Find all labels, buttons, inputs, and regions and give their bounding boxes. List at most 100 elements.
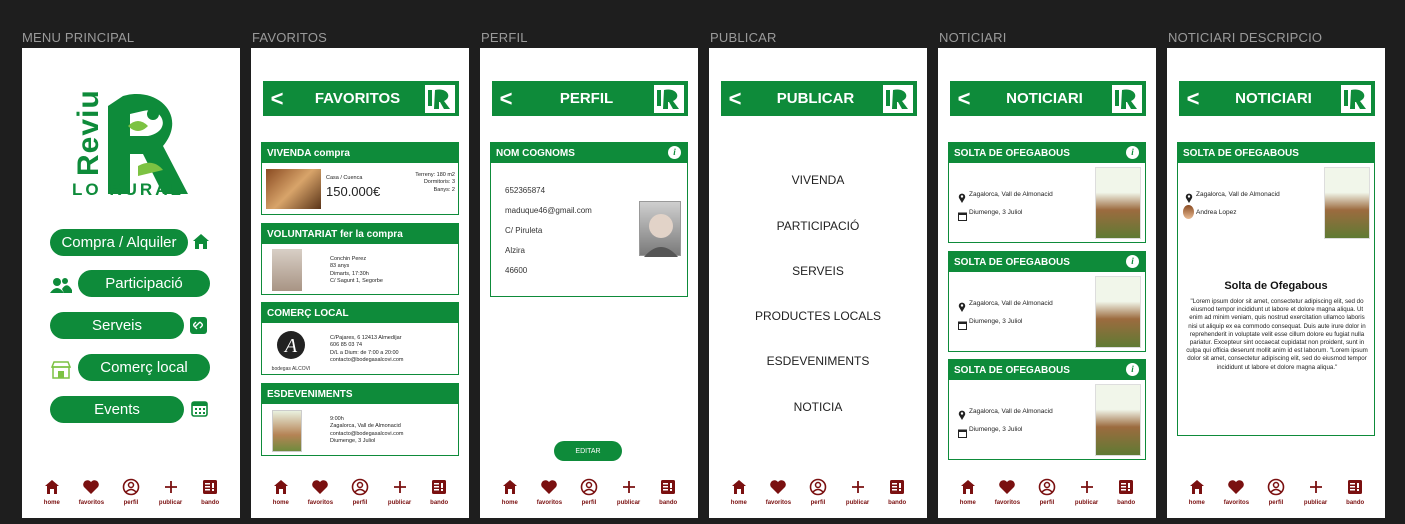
detail: C/ Sagunt 1, Segorbe bbox=[330, 278, 383, 285]
detail: Dimarts, 17:30h bbox=[330, 270, 369, 277]
back-icon[interactable]: < bbox=[721, 86, 749, 112]
tab-label: favoritos bbox=[765, 500, 792, 506]
back-icon[interactable]: < bbox=[263, 86, 291, 112]
card-text: Casa / Cuenca bbox=[326, 175, 363, 181]
link-icon bbox=[190, 317, 207, 334]
card-title: COMERÇ LOCAL bbox=[262, 303, 458, 323]
user-circle-icon bbox=[1267, 476, 1285, 498]
card-title: SOLTA DE OFEGABOUS bbox=[954, 147, 1070, 159]
home-icon bbox=[960, 476, 976, 498]
tab-favoritos[interactable]: favoritos bbox=[301, 476, 339, 506]
plus-icon bbox=[1308, 476, 1324, 498]
tab-bando[interactable]: bando bbox=[191, 476, 229, 506]
menu-events-button[interactable]: Events bbox=[50, 396, 184, 423]
tab-bar: home favoritos perfil publicar bando bbox=[709, 476, 927, 506]
back-icon[interactable]: < bbox=[950, 86, 978, 112]
info-icon[interactable]: i bbox=[1126, 146, 1139, 159]
tab-favoritos[interactable]: favoritos bbox=[988, 476, 1026, 506]
author-avatar bbox=[1183, 205, 1194, 219]
card-title: SOLTA DE OFEGABOUS bbox=[954, 364, 1070, 376]
edit-button[interactable]: EDITAR bbox=[554, 441, 622, 461]
tab-publicar[interactable]: publicar bbox=[610, 476, 648, 506]
news-card[interactable]: SOLTA DE OFEGABOUS i Zagalorca, Vall de A… bbox=[948, 251, 1146, 352]
tab-favoritos[interactable]: favoritos bbox=[759, 476, 797, 506]
back-icon[interactable]: < bbox=[492, 86, 520, 112]
postal-code-field: 46600 bbox=[505, 266, 528, 275]
info-icon[interactable]: i bbox=[1126, 363, 1139, 376]
publish-noticia-option[interactable]: NOTICIA bbox=[709, 400, 927, 414]
tab-publicar[interactable]: publicar bbox=[381, 476, 419, 506]
tab-publicar[interactable]: publicar bbox=[152, 476, 190, 506]
fav-card-esdeveniments[interactable]: ESDEVENIMENTS 9:00h Zagalorca, Vall de A… bbox=[261, 383, 459, 456]
tab-bar: home favoritos perfil publicar bando bbox=[251, 476, 469, 506]
tab-bando[interactable]: bando bbox=[1336, 476, 1374, 506]
tab-favoritos[interactable]: favoritos bbox=[1217, 476, 1255, 506]
tab-label: perfil bbox=[352, 500, 368, 506]
tab-label: home bbox=[43, 500, 60, 506]
tab-perfil[interactable]: perfil bbox=[1257, 476, 1295, 506]
tab-bando[interactable]: bando bbox=[649, 476, 687, 506]
menu-participacio-button[interactable]: Participació bbox=[78, 270, 210, 297]
calendar-icon bbox=[191, 400, 208, 422]
tab-bar: home favoritos perfil publicar bando bbox=[1167, 476, 1385, 506]
publish-participacio-option[interactable]: PARTICIPACIÓ bbox=[709, 219, 927, 233]
tab-perfil[interactable]: perfil bbox=[570, 476, 608, 506]
tab-home[interactable]: home bbox=[262, 476, 300, 506]
location-pin-icon bbox=[958, 299, 966, 317]
tab-label: bando bbox=[1117, 500, 1136, 506]
info-icon[interactable]: i bbox=[668, 146, 681, 159]
tab-perfil[interactable]: perfil bbox=[112, 476, 150, 506]
fav-card-comerc[interactable]: COMERÇ LOCAL A bodegas ALCOVI C/Pajares,… bbox=[261, 302, 459, 375]
news-poster bbox=[1095, 276, 1141, 348]
tab-home[interactable]: home bbox=[949, 476, 987, 506]
tab-bando[interactable]: bando bbox=[878, 476, 916, 506]
tab-publicar[interactable]: publicar bbox=[1297, 476, 1335, 506]
card-details: Conchin Perez 83 anys Dimarts, 17:30h C/… bbox=[330, 256, 383, 286]
tab-label: favoritos bbox=[1223, 500, 1250, 506]
tab-label: publicar bbox=[158, 500, 183, 506]
publish-serveis-option[interactable]: SERVEIS bbox=[709, 264, 927, 278]
info-icon[interactable]: i bbox=[1126, 255, 1139, 268]
fav-card-voluntariat[interactable]: VOLUNTARIAT fer la compra Conchin Perez … bbox=[261, 223, 459, 295]
menu-serveis-button[interactable]: Serveis bbox=[50, 312, 184, 339]
tab-publicar[interactable]: publicar bbox=[1068, 476, 1106, 506]
noticiari-descripcio-screen: < NOTICIARI SOLTA DE OFEGABOUS Zagalorca… bbox=[1167, 48, 1385, 518]
page-title: NOTICIARI bbox=[1006, 90, 1083, 107]
tab-favoritos[interactable]: favoritos bbox=[72, 476, 110, 506]
tab-bando[interactable]: bando bbox=[420, 476, 458, 506]
publish-vivenda-option[interactable]: VIVENDA bbox=[709, 173, 927, 187]
detail: Terreny: 180 m2 bbox=[415, 172, 455, 178]
tab-publicar[interactable]: publicar bbox=[839, 476, 877, 506]
tab-label: perfil bbox=[1039, 500, 1055, 506]
menu-compra-alquiler-button[interactable]: Compra / Alquiler bbox=[50, 229, 188, 256]
tab-home[interactable]: home bbox=[1178, 476, 1216, 506]
calendar-icon bbox=[958, 425, 967, 443]
tab-perfil[interactable]: perfil bbox=[1028, 476, 1066, 506]
detail: C/Pajares, 6 12413 Almedíjar bbox=[330, 335, 402, 341]
tab-favoritos[interactable]: favoritos bbox=[530, 476, 568, 506]
detail: contacto@bodegasalcovi.com bbox=[330, 357, 404, 364]
tab-bando[interactable]: bando bbox=[1107, 476, 1145, 506]
fav-card-vivenda[interactable]: VIVENDA compra Casa / Cuenca 150.000€ Te… bbox=[261, 142, 459, 215]
card-title: ESDEVENIMENTS bbox=[262, 384, 458, 404]
home-icon bbox=[502, 476, 518, 498]
card-details: C/Pajares, 6 12413 Almedíjar 606 85 03 7… bbox=[330, 335, 403, 365]
tab-perfil[interactable]: perfil bbox=[341, 476, 379, 506]
news-card[interactable]: SOLTA DE OFEGABOUS i Zagalorca, Vall de A… bbox=[948, 359, 1146, 460]
tab-home[interactable]: home bbox=[491, 476, 529, 506]
news-card[interactable]: SOLTA DE OFEGABOUS i Zagalorca, Vall de A… bbox=[948, 142, 1146, 243]
menu-comerc-local-button[interactable]: Comerç local bbox=[78, 354, 210, 381]
publish-esdeveniments-option[interactable]: ESDEVENIMENTS bbox=[709, 354, 927, 368]
tab-perfil[interactable]: perfil bbox=[799, 476, 837, 506]
tab-home[interactable]: home bbox=[720, 476, 758, 506]
tab-home[interactable]: home bbox=[33, 476, 71, 506]
home-icon bbox=[273, 476, 289, 498]
tab-label: home bbox=[501, 500, 518, 506]
user-circle-icon bbox=[580, 476, 598, 498]
heart-icon bbox=[82, 476, 100, 498]
back-icon[interactable]: < bbox=[1179, 86, 1207, 112]
publish-productes-locals-option[interactable]: PRODUCTES LOCALS bbox=[709, 309, 927, 323]
tab-label: bando bbox=[1346, 500, 1365, 506]
header-logo bbox=[653, 83, 685, 114]
tab-label: perfil bbox=[123, 500, 139, 506]
